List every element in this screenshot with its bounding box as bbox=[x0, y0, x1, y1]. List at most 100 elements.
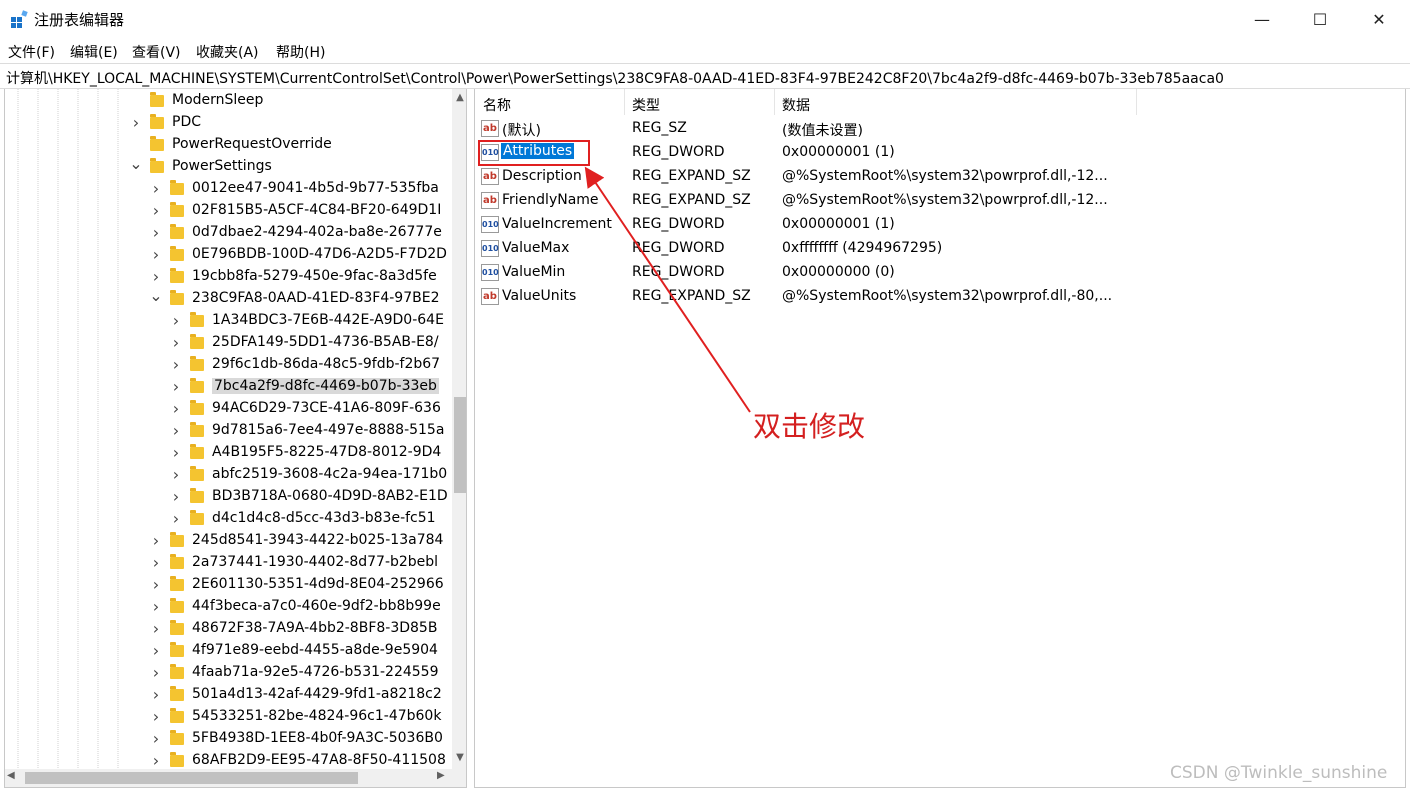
chevron-right-icon[interactable]: › bbox=[169, 467, 183, 483]
chevron-right-icon[interactable]: › bbox=[169, 379, 183, 395]
chevron-right-icon[interactable]: › bbox=[149, 709, 163, 725]
chevron-down-icon[interactable]: ⌄ bbox=[149, 288, 163, 306]
tree-item[interactable]: › 44f3beca-a7c0-460e-9df2-bb8b99e bbox=[5, 597, 449, 619]
tree-item[interactable]: › 4faab71a-92e5-4726-b531-224559 bbox=[5, 663, 449, 685]
binary-value-icon: 010 bbox=[481, 240, 499, 257]
tree-item[interactable]: ⌄ 238C9FA8-0AAD-41ED-83F4-97BE2 bbox=[5, 288, 449, 311]
menu-help[interactable]: 帮助(H) bbox=[276, 42, 325, 62]
tree-item[interactable]: › 29f6c1db-86da-48c5-9fdb-f2b67 bbox=[5, 355, 449, 377]
tree-item[interactable]: › d4c1d4c8-d5cc-43d3-b83e-fc51 bbox=[5, 509, 449, 531]
folder-icon bbox=[150, 114, 164, 129]
value-row[interactable]: 010 ValueMin REG_DWORD 0x00000000 (0) bbox=[475, 261, 1405, 285]
chevron-right-icon[interactable]: › bbox=[149, 599, 163, 615]
value-type: REG_EXPAND_SZ bbox=[632, 288, 751, 304]
chevron-right-icon[interactable]: › bbox=[129, 115, 143, 131]
chevron-right-icon[interactable]: › bbox=[169, 423, 183, 439]
chevron-down-icon[interactable]: ⌄ bbox=[129, 156, 143, 174]
tree-item[interactable]: › 0d7dbae2-4294-402a-ba8e-26777e bbox=[5, 223, 449, 245]
column-header-type[interactable]: 类型 bbox=[625, 89, 775, 115]
tree-scroll-thumb[interactable] bbox=[454, 397, 466, 493]
tree-item[interactable]: ModernSleep bbox=[5, 91, 449, 113]
tree-item[interactable]: › 94AC6D29-73CE-41A6-809F-636 bbox=[5, 399, 449, 421]
chevron-right-icon[interactable]: › bbox=[149, 555, 163, 571]
value-type: REG_EXPAND_SZ bbox=[632, 192, 751, 208]
folder-icon bbox=[170, 268, 184, 283]
value-name: Description bbox=[502, 168, 582, 184]
chevron-right-icon[interactable]: › bbox=[169, 335, 183, 351]
chevron-right-icon[interactable]: › bbox=[149, 687, 163, 703]
chevron-right-icon[interactable]: › bbox=[169, 357, 183, 373]
chevron-right-icon[interactable]: › bbox=[169, 445, 183, 461]
value-name: ValueMin bbox=[502, 264, 566, 280]
tree-item[interactable]: › 2E601130-5351-4d9d-8E04-252966 bbox=[5, 575, 449, 597]
menu-view[interactable]: 查看(V) bbox=[132, 42, 181, 62]
close-icon: ✕ bbox=[1372, 10, 1386, 29]
value-row[interactable]: 010 ValueIncrement REG_DWORD 0x00000001 (1) bbox=[475, 213, 1405, 237]
chevron-right-icon[interactable]: › bbox=[149, 577, 163, 593]
tree-item[interactable]: › 0E796BDB-100D-47D6-A2D5-F7D2D bbox=[5, 245, 449, 267]
tree-vertical-scrollbar[interactable]: ▲ ▼ bbox=[452, 89, 466, 769]
close-button[interactable]: ✕ bbox=[1350, 0, 1408, 39]
tree-item[interactable]: › 48672F38-7A9A-4bb2-8BF8-3D85B bbox=[5, 619, 449, 641]
chevron-right-icon[interactable]: › bbox=[149, 269, 163, 285]
value-row[interactable]: ab (默认) REG_SZ (数值未设置) bbox=[475, 117, 1405, 141]
chevron-right-icon[interactable]: › bbox=[149, 621, 163, 637]
tree-item[interactable]: PowerRequestOverride bbox=[5, 135, 449, 157]
menu-edit[interactable]: 编辑(E) bbox=[70, 42, 118, 62]
tree-item[interactable]: › A4B195F5-8225-47D8-8012-9D4 bbox=[5, 443, 449, 465]
value-row[interactable]: ab FriendlyName REG_EXPAND_SZ @%SystemRoot%… bbox=[475, 189, 1405, 213]
chevron-right-icon[interactable]: › bbox=[149, 753, 163, 769]
menu-favorites[interactable]: 收藏夹(A) bbox=[196, 42, 259, 62]
chevron-right-icon[interactable]: › bbox=[149, 247, 163, 263]
chevron-right-icon[interactable]: › bbox=[169, 511, 183, 527]
tree-item[interactable]: › 0012ee47-9041-4b5d-9b77-535fba bbox=[5, 179, 449, 201]
tree-item[interactable]: › 2a737441-1930-4402-8d77-b2bebl bbox=[5, 553, 449, 575]
tree-item-label: PowerRequestOverride bbox=[172, 136, 332, 152]
chevron-right-icon[interactable]: › bbox=[149, 181, 163, 197]
chevron-right-icon[interactable]: › bbox=[149, 643, 163, 659]
chevron-right-icon[interactable]: › bbox=[149, 731, 163, 747]
tree-item-label: 4f971e89-eebd-4455-a8de-9e5904 bbox=[192, 642, 438, 658]
tree-item[interactable]: › 9d7815a6-7ee4-497e-8888-515a bbox=[5, 421, 449, 443]
scroll-right-icon[interactable]: ▶ bbox=[437, 770, 445, 781]
minimize-button[interactable]: — bbox=[1233, 0, 1291, 39]
value-row[interactable]: ab Description REG_EXPAND_SZ @%SystemRoot%\… bbox=[475, 165, 1405, 189]
chevron-right-icon[interactable]: › bbox=[149, 203, 163, 219]
address-bar[interactable]: 计算机\HKEY_LOCAL_MACHINE\SYSTEM\CurrentCon… bbox=[0, 63, 1410, 89]
tree-hscroll-thumb[interactable] bbox=[25, 772, 358, 784]
scroll-left-icon[interactable]: ◀ bbox=[7, 770, 15, 781]
value-row[interactable]: 010 ValueMax REG_DWORD 0xffffffff (42949672… bbox=[475, 237, 1405, 261]
folder-icon bbox=[170, 576, 184, 591]
chevron-right-icon[interactable]: › bbox=[149, 533, 163, 549]
chevron-right-icon[interactable]: › bbox=[169, 489, 183, 505]
chevron-right-icon[interactable]: › bbox=[169, 313, 183, 329]
tree-item[interactable]: › 245d8541-3943-4422-b025-13a784 bbox=[5, 531, 449, 553]
maximize-button[interactable]: ☐ bbox=[1291, 0, 1349, 39]
column-header-data[interactable]: 数据 bbox=[775, 89, 1137, 115]
scroll-up-icon[interactable]: ▲ bbox=[452, 89, 466, 106]
scroll-down-icon[interactable]: ▼ bbox=[452, 749, 466, 766]
tree-item[interactable]: › 02F815B5-A5CF-4C84-BF20-649D1I bbox=[5, 201, 449, 223]
tree-item[interactable]: › 1A34BDC3-7E6B-442E-A9D0-64E bbox=[5, 311, 449, 333]
column-header-name[interactable]: 名称 bbox=[475, 89, 625, 115]
tree-item[interactable]: › abfc2519-3608-4c2a-94ea-171b0 bbox=[5, 465, 449, 487]
value-row[interactable]: ab ValueUnits REG_EXPAND_SZ @%SystemRoot%\s… bbox=[475, 285, 1405, 309]
chevron-right-icon[interactable]: › bbox=[149, 665, 163, 681]
tree-item[interactable]: › 5FB4938D-1EE8-4b0f-9A3C-5036B0 bbox=[5, 729, 449, 751]
chevron-right-icon[interactable]: › bbox=[149, 225, 163, 241]
tree-item[interactable]: › 25DFA149-5DD1-4736-B5AB-E8/ bbox=[5, 333, 449, 355]
value-row[interactable]: 010 Attributes REG_DWORD 0x00000001 (1) bbox=[475, 141, 1405, 165]
tree-item[interactable]: ⌄ PowerSettings bbox=[5, 156, 449, 179]
tree-item[interactable]: › 19cbb8fa-5279-450e-9fac-8a3d5fe bbox=[5, 267, 449, 289]
menu-file[interactable]: 文件(F) bbox=[8, 42, 55, 62]
chevron-right-icon[interactable]: › bbox=[169, 401, 183, 417]
tree-item[interactable]: › 4f971e89-eebd-4455-a8de-9e5904 bbox=[5, 641, 449, 663]
tree-item[interactable]: › 7bc4a2f9-d8fc-4469-b07b-33eb bbox=[5, 377, 449, 399]
tree-item[interactable]: › BD3B718A-0680-4D9D-8AB2-E1D bbox=[5, 487, 449, 509]
tree-item[interactable]: › PDC bbox=[5, 113, 449, 135]
tree-item[interactable]: › 501a4d13-42af-4429-9fd1-a8218c2 bbox=[5, 685, 449, 707]
tree-horizontal-scrollbar[interactable]: ◀ ▶ bbox=[5, 769, 452, 787]
folder-icon bbox=[170, 246, 184, 261]
tree-item[interactable]: › 54533251-82be-4824-96c1-47b60k bbox=[5, 707, 449, 729]
folder-icon bbox=[170, 708, 184, 723]
